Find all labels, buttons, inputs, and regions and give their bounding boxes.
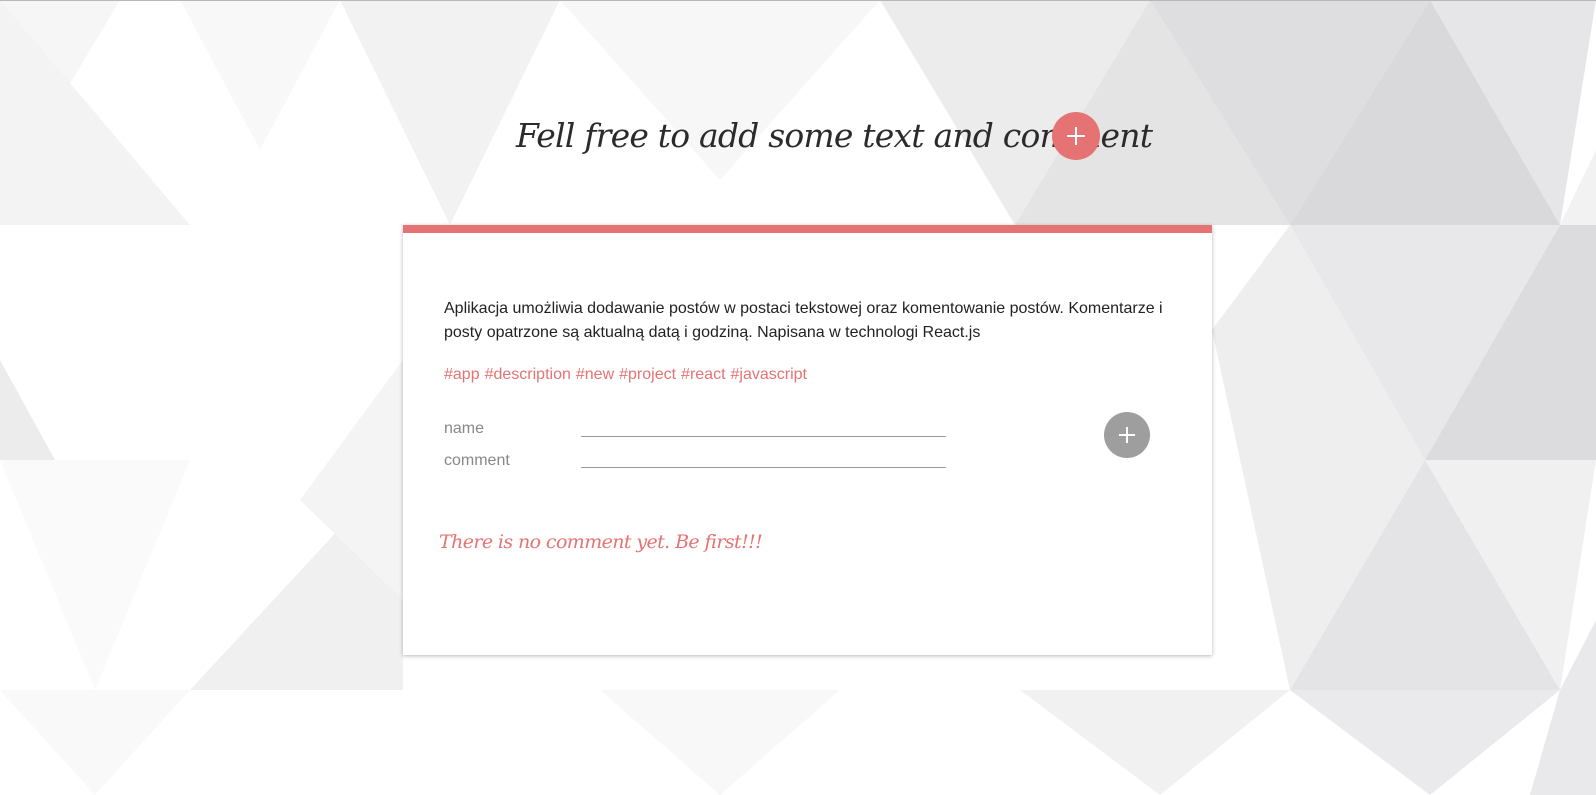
- page-header: Fell free to add some text and comment: [0, 108, 1596, 168]
- comment-input[interactable]: [581, 445, 946, 468]
- add-comment-button[interactable]: [1104, 412, 1150, 458]
- window-top-border: [0, 0, 1596, 1]
- tag-javascript: #javascript: [730, 366, 807, 383]
- post-card: Aplikacja umożliwia dodawanie postów w p…: [403, 225, 1212, 655]
- tag-app: #app: [444, 366, 480, 383]
- tag-project: #project: [619, 366, 677, 383]
- plus-icon: [1119, 427, 1135, 443]
- comment-label: comment: [444, 452, 510, 469]
- name-label: name: [444, 420, 485, 437]
- tag-react: #react: [681, 366, 726, 383]
- tag-description: #description: [484, 366, 571, 383]
- post-text: Aplikacja umożliwia dodawanie postów w p…: [444, 300, 1163, 341]
- empty-comments-message: There is no comment yet. Be first!!!: [439, 531, 763, 553]
- name-input[interactable]: [581, 414, 946, 437]
- plus-icon: [1067, 127, 1085, 145]
- card-accent-bar: [403, 225, 1212, 233]
- post-tags: #app #description #new #project #react #javas…: [444, 363, 812, 387]
- page-title: Fell free to add some text and comment: [516, 116, 1153, 155]
- tag-new: #new: [575, 366, 615, 383]
- add-post-button[interactable]: [1052, 112, 1100, 160]
